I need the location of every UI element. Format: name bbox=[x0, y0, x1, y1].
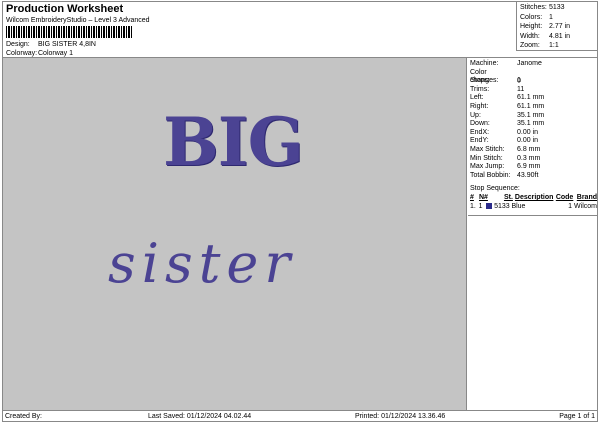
detail-value: 11 bbox=[517, 85, 525, 93]
detail-label: Stops: bbox=[470, 77, 490, 85]
detail-value: Janome bbox=[517, 60, 542, 67]
stat-value: 1 bbox=[549, 13, 553, 21]
stat-value: 1:1 bbox=[549, 42, 559, 49]
stat-label: Zoom: bbox=[520, 42, 540, 49]
footer: Created By: Last Saved: 01/12/2024 04.02… bbox=[2, 410, 598, 422]
detail-label: EndX: bbox=[470, 128, 490, 136]
detail-row: Max Stitch: 6.8 mm bbox=[470, 146, 596, 155]
detail-label: Up: bbox=[470, 111, 481, 119]
stats-box: Stitches: 5133 Colors: 1 Height: 2.77 in Wi… bbox=[516, 1, 598, 51]
design-label: Design: bbox=[6, 41, 30, 48]
detail-row: Total Bobbin: 43.90ft bbox=[470, 172, 596, 181]
detail-value: 1 bbox=[517, 77, 521, 85]
printed-date: Printed: 01/12/2024 13.36.46 bbox=[355, 413, 446, 420]
cell-n: 1 bbox=[478, 203, 483, 210]
stat-label: Stitches: bbox=[520, 4, 547, 11]
stat-row: Width: 4.81 in bbox=[520, 32, 595, 42]
design-value: BIG SISTER 4,8IN bbox=[38, 41, 96, 48]
details-panel: Machine: Janome Color changes: 0 Stops: 1 Trim… bbox=[468, 58, 598, 182]
stat-value: 4.81 in bbox=[549, 32, 571, 40]
worksheet-header: Production Worksheet Wilcom EmbroiderySt… bbox=[2, 1, 598, 58]
colorway-label: Colorway: bbox=[6, 50, 38, 57]
detail-value: 35.1 mm bbox=[517, 120, 545, 128]
barcode bbox=[6, 26, 132, 38]
detail-label: Max Stitch: bbox=[470, 145, 505, 153]
detail-row: EndY: 0.00 in bbox=[470, 137, 596, 146]
detail-value: 0.00 in bbox=[517, 137, 539, 145]
stat-row: Colors: 1 bbox=[520, 13, 595, 23]
detail-value: 0.3 mm bbox=[517, 154, 541, 162]
detail-value: 43.90ft bbox=[517, 171, 539, 179]
detail-row: Min Stitch: 0.3 mm bbox=[470, 155, 596, 164]
cell-num: 1. bbox=[470, 203, 476, 210]
detail-row: Max Jump: 6.9 mm bbox=[470, 163, 596, 172]
detail-label: Total Bobbin: bbox=[470, 171, 511, 179]
detail-row: Stops: 1 bbox=[470, 77, 596, 86]
cell-description: Blue bbox=[511, 203, 526, 210]
stat-label: Width: bbox=[520, 32, 540, 40]
cell-brand: Wilcom bbox=[574, 203, 597, 210]
stat-label: Colors: bbox=[520, 13, 543, 21]
col-st: St. bbox=[503, 194, 513, 201]
detail-row: Left: 61.1 mm bbox=[470, 94, 596, 103]
detail-label: Trims: bbox=[470, 85, 490, 93]
stat-row: Stitches: 5133 bbox=[520, 3, 595, 13]
detail-value: 0.00 in bbox=[517, 128, 539, 136]
cell-code: 1 bbox=[568, 203, 573, 210]
detail-label: Left: bbox=[470, 94, 484, 102]
design-row: Design: BIG SISTER 4,8IN bbox=[6, 41, 96, 48]
last-saved: Last Saved: 01/12/2024 04.02.44 bbox=[148, 413, 252, 420]
page-number: Page 1 of 1 bbox=[559, 413, 595, 420]
stat-value: 5133 bbox=[549, 4, 565, 11]
stat-label: Height: bbox=[520, 23, 543, 30]
col-code: Code bbox=[555, 194, 574, 201]
detail-row: Right: 61.1 mm bbox=[470, 103, 596, 112]
stat-value: 2.77 in bbox=[549, 23, 571, 30]
stat-row: Zoom: 1:1 bbox=[520, 41, 595, 51]
colorway-row: Colorway:Colorway 1 bbox=[6, 50, 73, 57]
detail-value: 61.1 mm bbox=[517, 94, 545, 102]
table-row: 1. 1 5133 Blue 1 Wilcom bbox=[470, 203, 597, 210]
detail-row: Trims: 11 bbox=[470, 86, 596, 95]
detail-label: Machine: bbox=[470, 60, 499, 67]
colorway-value: Colorway 1 bbox=[38, 50, 74, 57]
detail-label: Right: bbox=[470, 102, 489, 110]
detail-value: 6.8 mm bbox=[517, 145, 541, 153]
detail-row: Up: 35.1 mm bbox=[470, 112, 596, 121]
stat-row: Height: 2.77 in bbox=[520, 22, 595, 32]
divider bbox=[468, 215, 598, 216]
detail-row: Color changes: 0 bbox=[470, 69, 596, 85]
stop-sequence-title: Stop Sequence: bbox=[470, 185, 520, 192]
color-swatch bbox=[486, 203, 493, 209]
detail-label: Down: bbox=[470, 120, 490, 128]
artwork-sister: sister bbox=[108, 232, 297, 295]
created-by: Created By: bbox=[5, 413, 42, 420]
detail-label: Min Stitch: bbox=[470, 154, 503, 162]
detail-label: EndY: bbox=[470, 137, 489, 145]
col-num: # bbox=[470, 194, 474, 201]
col-n: N# bbox=[478, 194, 488, 201]
cell-st: 5133 bbox=[494, 203, 510, 210]
col-description: Description bbox=[514, 194, 554, 201]
software-name: Wilcom EmbroideryStudio – Level 3 Advanc… bbox=[6, 17, 150, 24]
stop-sequence-header: # N# St. Description Code Brand bbox=[470, 194, 597, 201]
detail-value: 61.1 mm bbox=[517, 102, 545, 110]
detail-row: EndX: 0.00 in bbox=[470, 129, 596, 138]
artwork-big: BIG bbox=[163, 103, 304, 181]
detail-label: Max Jump: bbox=[470, 163, 505, 171]
detail-value: 6.9 mm bbox=[517, 163, 541, 171]
detail-row: Machine: Janome bbox=[470, 60, 596, 69]
detail-value: 35.1 mm bbox=[517, 111, 545, 119]
detail-row: Down: 35.1 mm bbox=[470, 120, 596, 129]
col-brand: Brand bbox=[576, 194, 597, 201]
page-title: Production Worksheet bbox=[6, 3, 124, 15]
